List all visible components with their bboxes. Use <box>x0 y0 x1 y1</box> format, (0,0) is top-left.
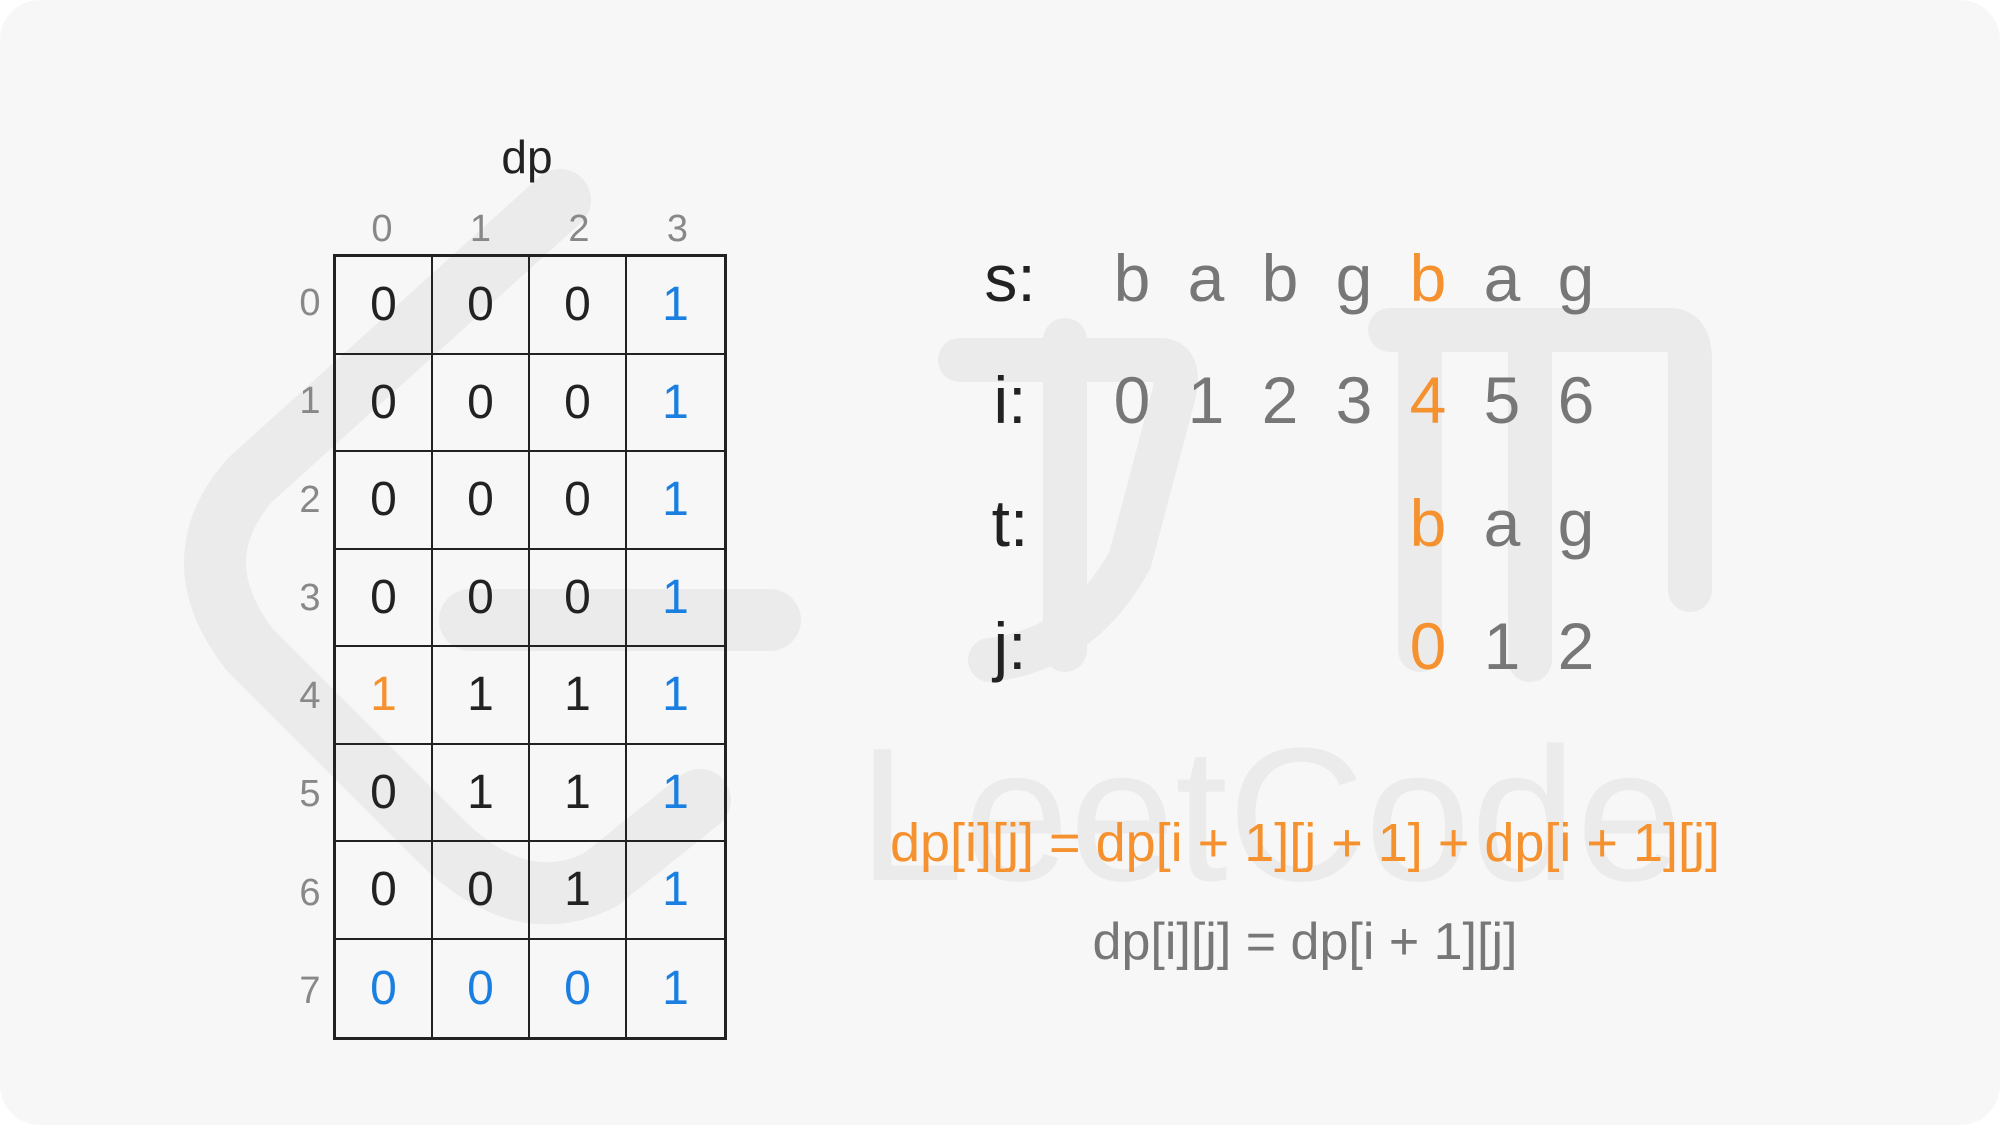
sequence-char-j: 1 <box>1483 609 1521 683</box>
row-index: 0 <box>299 282 321 324</box>
row-index: 1 <box>299 380 321 423</box>
sequence-char-t: b <box>1409 486 1447 560</box>
row-index: 7 <box>299 969 321 1012</box>
column-index: 2 <box>568 208 590 250</box>
row-index: 3 <box>299 576 321 619</box>
formula-secondary: dp[i][j] = dp[i + 1][j] <box>1092 913 1518 971</box>
dp-cell: 0 <box>433 257 530 355</box>
dp-cell: 1 <box>530 647 627 745</box>
sequence-label-i: i: <box>993 363 1027 437</box>
sequence-char-i: 5 <box>1483 363 1521 437</box>
dp-cell: 0 <box>530 354 627 452</box>
sequence-char-s: g <box>1557 241 1595 315</box>
dp-cell: 1 <box>627 842 724 940</box>
sequence-char-s: b <box>1409 241 1447 315</box>
dp-cell: 0 <box>433 354 530 452</box>
sequence-char-i: 1 <box>1187 363 1225 437</box>
sequence-char-i: 2 <box>1261 363 1299 437</box>
dp-cell: 1 <box>627 550 724 647</box>
formula-primary: dp[i][j] = dp[i + 1][j + 1] + dp[i + 1][… <box>889 813 1720 873</box>
dp-cell: 0 <box>336 452 433 550</box>
sequence-char-s: a <box>1187 241 1225 315</box>
dp-cell: 1 <box>530 842 627 940</box>
dp-cell: 0 <box>530 257 627 355</box>
sequence-char-t: a <box>1483 486 1521 560</box>
sequence-char-i: 0 <box>1113 363 1151 437</box>
dp-cell: 0 <box>433 452 530 550</box>
dp-cell: 0 <box>433 842 530 940</box>
dp-cell: 0 <box>530 939 627 1037</box>
sequence-char-j: 2 <box>1557 609 1595 683</box>
dp-cell: 1 <box>336 647 433 745</box>
sequence-char-i: 6 <box>1557 363 1595 437</box>
dp-cell: 1 <box>627 452 724 550</box>
sequence-label-j: j: <box>993 609 1027 683</box>
dp-table-title: dp <box>501 131 553 183</box>
column-index: 1 <box>469 208 492 250</box>
dp-cell: 0 <box>336 939 433 1037</box>
dp-cell: 1 <box>627 745 724 842</box>
dp-table: 00010001000100011111011100110001 <box>333 254 727 1040</box>
dp-cell: 0 <box>433 939 530 1037</box>
sequence-char-s: a <box>1483 241 1521 315</box>
dp-cell: 1 <box>627 355 724 452</box>
sequence-char-s: b <box>1113 241 1151 315</box>
sequence-char-j: 0 <box>1409 609 1447 683</box>
row-index: 6 <box>299 871 321 914</box>
dp-cell: 1 <box>662 961 689 1015</box>
sequence-char-i: 4 <box>1409 363 1447 437</box>
sequence-char-i: 3 <box>1335 363 1373 437</box>
dp-cell: 0 <box>336 549 433 647</box>
row-index: 4 <box>299 675 321 717</box>
dp-cell: 0 <box>336 354 433 452</box>
sequence-char-s: g <box>1335 241 1373 315</box>
sequence-char-s: b <box>1261 241 1299 315</box>
dp-cell: 1 <box>627 647 724 745</box>
dp-cell: 1 <box>627 257 724 355</box>
dp-cell: 0 <box>336 744 433 842</box>
sequence-char-t: g <box>1557 486 1595 560</box>
dp-cell: 1 <box>433 744 530 842</box>
diagram-canvas: LeetCode dp 0123 01234567 00010001000100… <box>0 0 2000 1125</box>
row-index: 5 <box>299 773 321 816</box>
dp-cell: 0 <box>336 257 433 355</box>
column-index: 3 <box>666 208 689 250</box>
dp-cell: 0 <box>530 452 627 550</box>
sequence-label-t: t: <box>991 486 1029 560</box>
dp-cell: 0 <box>530 549 627 647</box>
sequence-label-s: s: <box>984 241 1036 315</box>
dp-cell: 0 <box>433 549 530 647</box>
dp-cell: 1 <box>433 647 530 745</box>
row-index: 2 <box>299 478 321 521</box>
column-index: 0 <box>371 208 393 250</box>
dp-cell: 0 <box>336 842 433 940</box>
dp-cell: 1 <box>530 744 627 842</box>
